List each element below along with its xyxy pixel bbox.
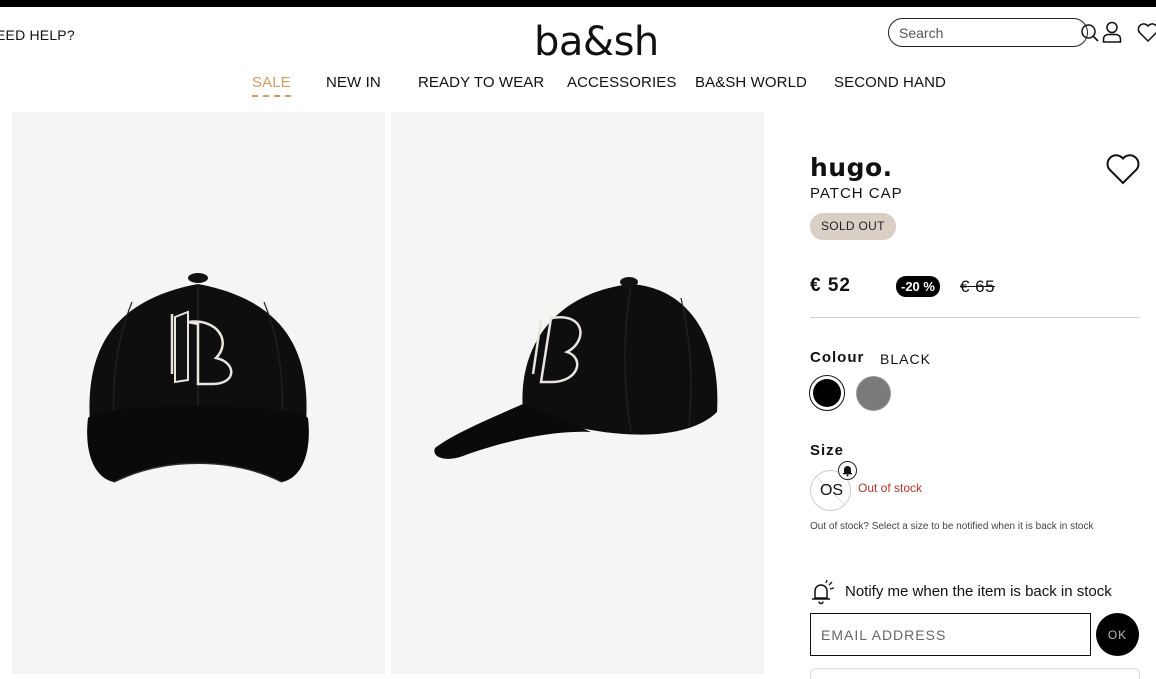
product-name: PATCH CAP (810, 185, 903, 202)
nav-item-bash-world[interactable]: BA&SH WORLD (695, 74, 807, 91)
old-price: € 65 (960, 277, 996, 296)
bell-ringing-icon (808, 578, 836, 606)
cap-side-illustration (434, 277, 718, 459)
size-option-label: OS (819, 482, 844, 499)
search-input[interactable] (899, 24, 1080, 41)
brand-logo[interactable]: ba&sh (534, 18, 659, 66)
product-image-front[interactable] (12, 112, 385, 674)
notify-bell-icon (838, 461, 857, 480)
main-nav: SALE NEW IN READY TO WEAR ACCESSORIES BA… (0, 72, 1156, 97)
product-brand: hugo. (810, 153, 893, 182)
wishlist-heart-icon[interactable] (1136, 20, 1156, 44)
colour-value: BLACK (880, 351, 931, 367)
out-of-stock-text: Out of stock (858, 481, 923, 495)
notify-ok-button[interactable]: OK (1096, 613, 1139, 656)
email-address-input[interactable] (810, 613, 1091, 656)
nav-item-new-in[interactable]: NEW IN (326, 74, 381, 91)
price-divider (810, 317, 1140, 318)
out-of-stock-hint: Out of stock? Select a size to be notifi… (810, 521, 1094, 532)
search-icon[interactable] (1080, 23, 1100, 43)
notify-me-text: Notify me when the item is back in stock (845, 583, 1112, 600)
need-help-link[interactable]: EED HELP? (0, 27, 75, 43)
nav-item-ready-to-wear[interactable]: READY TO WEAR (418, 74, 544, 91)
colour-swatch-black[interactable] (809, 375, 845, 411)
colour-label: Colour (810, 349, 865, 366)
sold-out-badge: SOLD OUT (810, 213, 896, 240)
nav-item-second-hand[interactable]: SECOND HAND (834, 74, 946, 91)
colour-swatch-grey[interactable] (856, 376, 891, 411)
current-price: € 52 (810, 275, 851, 296)
product-image-side[interactable] (391, 112, 764, 674)
account-icon[interactable] (1100, 20, 1124, 44)
add-to-wishlist-heart-icon[interactable] (1105, 153, 1141, 186)
nav-item-sale[interactable]: SALE (252, 74, 291, 97)
search-box[interactable] (888, 18, 1099, 47)
size-label: Size (810, 442, 845, 459)
nav-item-accessories[interactable]: ACCESSORIES (567, 74, 676, 91)
bottom-info-card (810, 668, 1140, 679)
discount-badge: -20 % (896, 276, 940, 297)
cap-front-illustration (87, 273, 309, 483)
top-black-bar (0, 0, 1156, 7)
